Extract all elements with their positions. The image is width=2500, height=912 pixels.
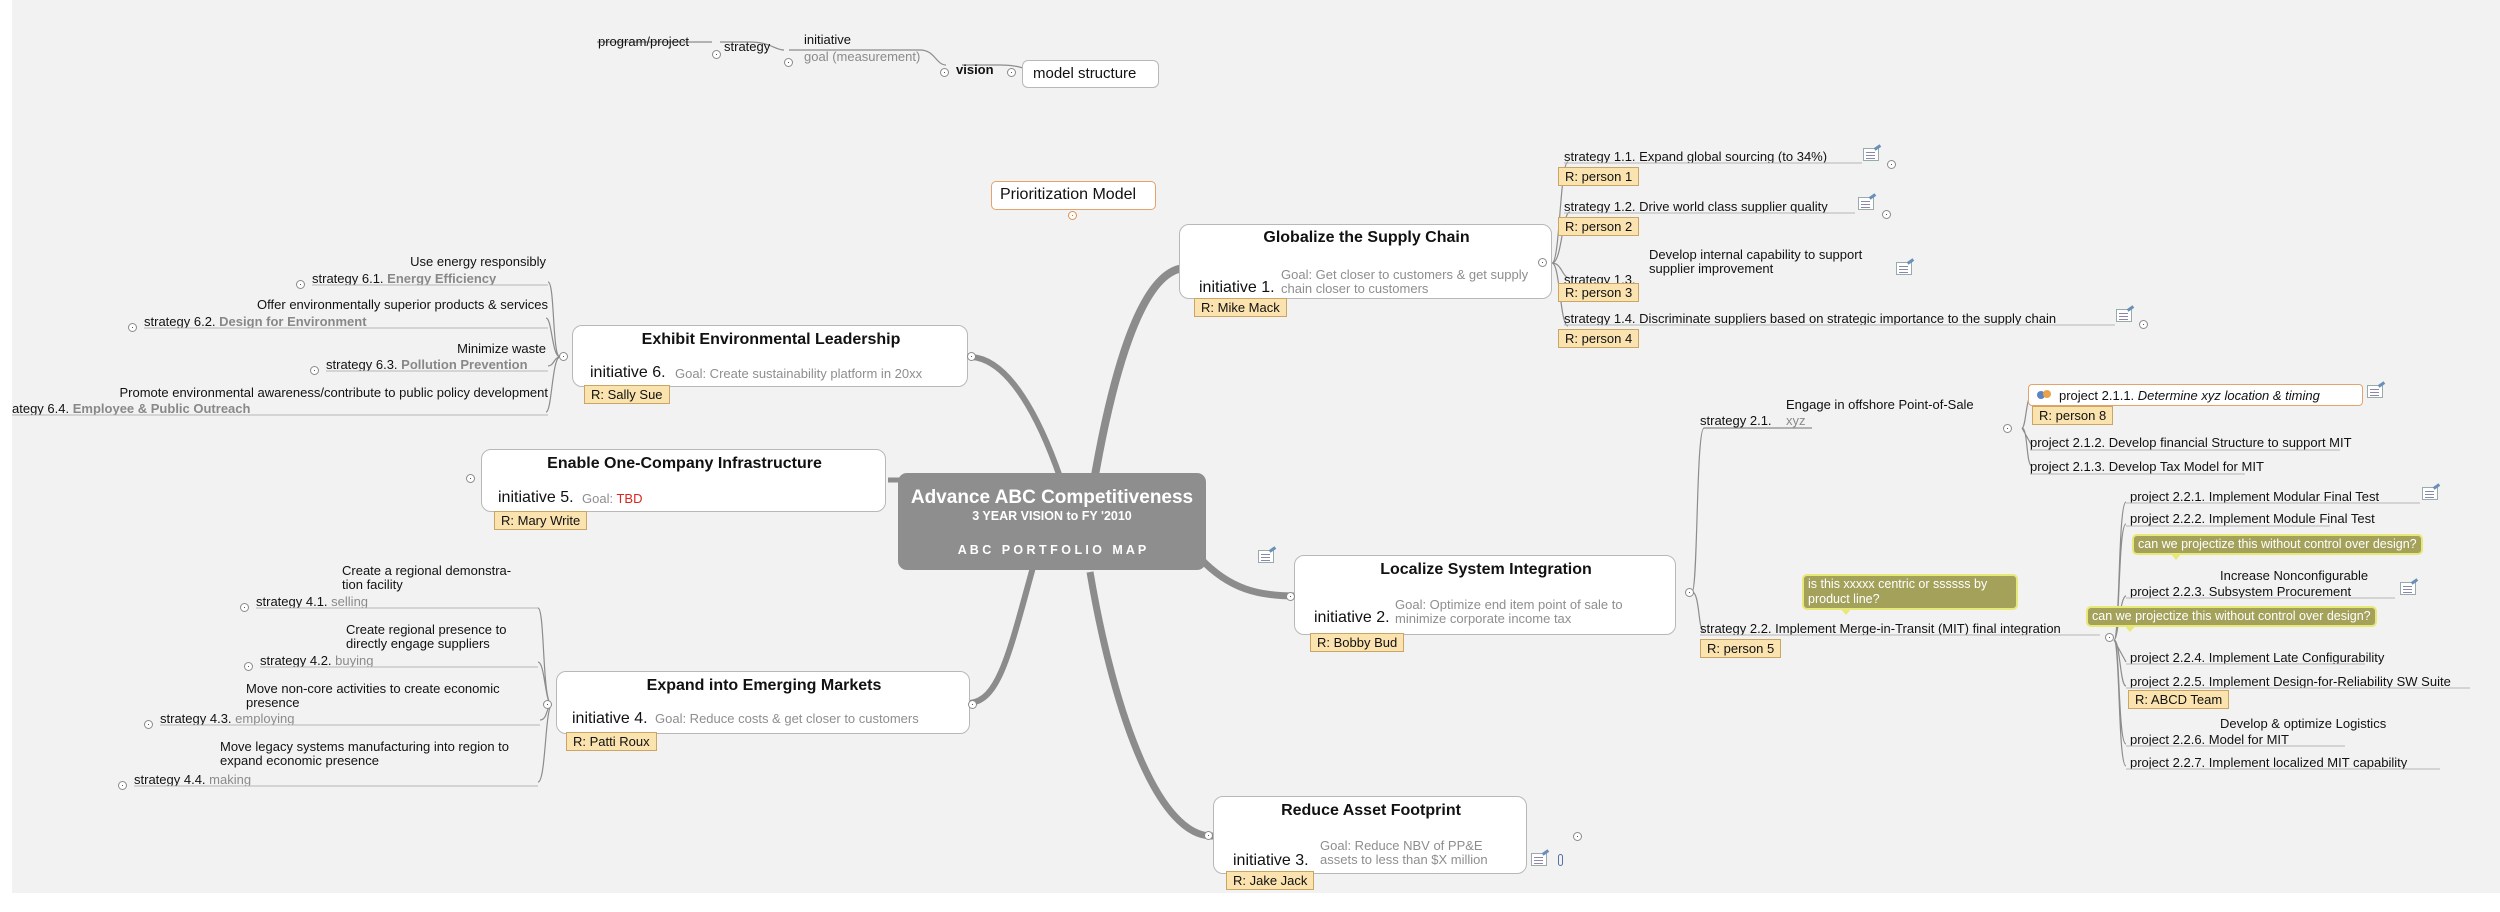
topic-underlines [12, 162, 2470, 787]
mind-map-canvas: program/project strategy initiative goal… [0, 0, 2500, 912]
